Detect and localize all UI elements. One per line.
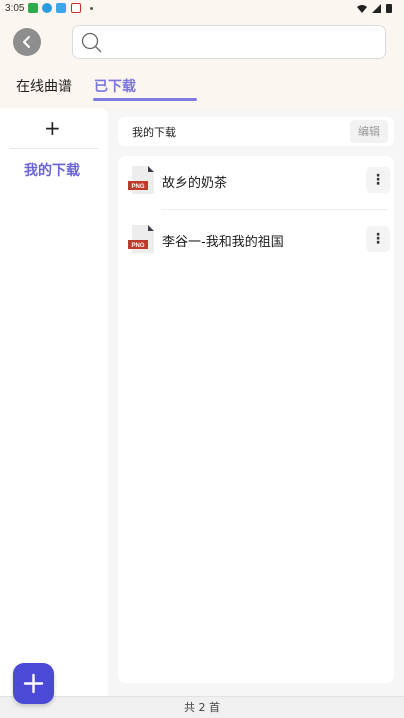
search-input[interactable] <box>109 32 369 52</box>
more-notifications-icon <box>90 7 93 10</box>
folder-header: 我的下载 编辑 <box>118 117 394 146</box>
tab-online-scores[interactable]: 在线曲谱 <box>16 76 72 96</box>
more-vertical-icon[interactable]: ⋮ <box>366 167 390 193</box>
add-folder-button[interactable]: + <box>44 116 61 140</box>
status-bar: 3:05 <box>0 0 404 18</box>
folder-sidebar: + 我的下载 <box>0 108 108 696</box>
footer-count: 共 2 首 <box>0 696 404 718</box>
search-box[interactable] <box>72 25 386 59</box>
file-name: 故乡的奶茶 <box>162 176 228 191</box>
back-button[interactable] <box>13 28 41 56</box>
divider <box>10 148 98 149</box>
battery-icon <box>386 4 392 13</box>
add-fab-button[interactable] <box>13 663 54 704</box>
notification-app-icon <box>56 3 66 13</box>
search-icon <box>81 32 102 53</box>
wifi-icon <box>356 5 367 13</box>
active-tab-indicator <box>93 98 197 101</box>
header: 在线曲谱 已下载 <box>0 18 404 108</box>
sidebar-item-my-downloads[interactable]: 我的下载 <box>24 160 80 180</box>
signal-icon <box>371 4 381 13</box>
status-indicators <box>356 3 392 16</box>
notification-app-icon <box>42 3 52 13</box>
file-panel: 我的下载 编辑 PNG 故乡的奶茶 ⋮ PNG 李谷一-我和我的祖国 ⋮ <box>108 108 404 696</box>
notification-app-icon <box>28 3 38 13</box>
plus-icon <box>23 673 44 694</box>
file-list: PNG 故乡的奶茶 ⋮ PNG 李谷一-我和我的祖国 ⋮ <box>118 156 394 683</box>
edit-button[interactable]: 编辑 <box>350 120 388 143</box>
tab-downloaded[interactable]: 已下载 <box>94 76 136 96</box>
list-item[interactable]: PNG 故乡的奶茶 ⋮ <box>118 156 394 214</box>
folder-title: 我的下载 <box>132 126 176 139</box>
file-name: 李谷一-我和我的祖国 <box>162 235 284 250</box>
more-vertical-icon[interactable]: ⋮ <box>366 226 390 252</box>
file-png-icon: PNG <box>128 166 154 194</box>
notification-app-icon <box>71 3 81 13</box>
status-time: 3:05 <box>5 3 25 14</box>
list-item[interactable]: PNG 李谷一-我和我的祖国 ⋮ <box>118 215 394 273</box>
file-png-icon: PNG <box>128 225 154 253</box>
divider <box>162 209 388 210</box>
back-arrow-icon <box>23 36 30 48</box>
file-type-badge: PNG <box>131 184 144 190</box>
file-type-badge: PNG <box>131 243 144 249</box>
